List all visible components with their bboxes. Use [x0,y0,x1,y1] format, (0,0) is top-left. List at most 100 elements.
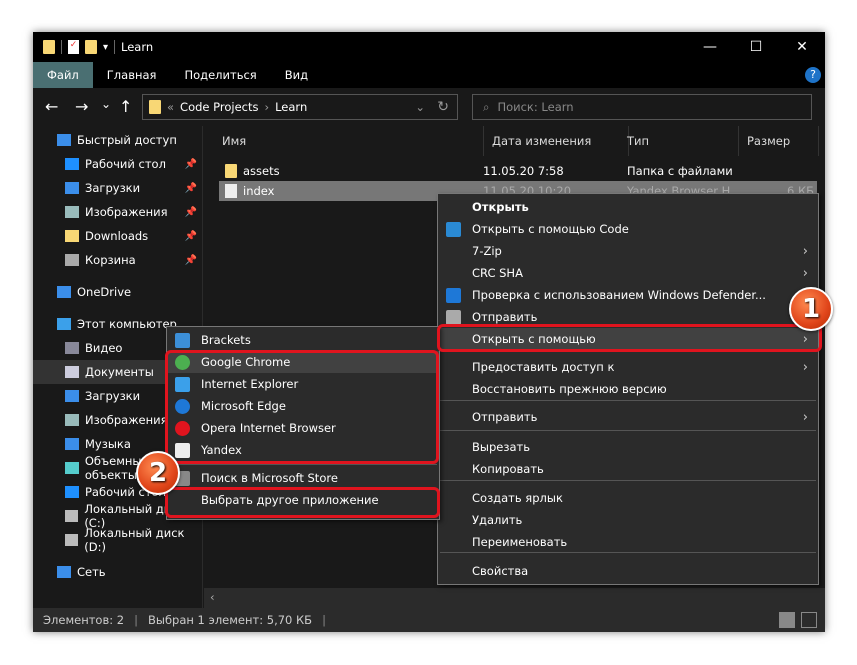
pin-icon[interactable]: 📌 [185,183,197,194]
context-menu-item[interactable]: Проверка с использованием Windows Defend… [438,284,818,306]
chevron-right-icon: › [802,243,808,259]
back-button[interactable]: ← [45,97,58,116]
menu-item-label: Открыть [472,200,529,214]
sidebar-item[interactable]: Downloads 📌 [33,224,203,248]
tab-home[interactable]: Главная [93,62,171,88]
column-size[interactable]: Размер [739,126,819,156]
pin-icon[interactable]: 📌 [185,207,197,218]
file-name: assets [243,164,280,178]
menu-item-label: Отправить [472,310,538,324]
menu-item-label: Копировать [472,462,544,476]
folder-icon [43,40,55,54]
details-view-button[interactable] [779,612,795,628]
sidebar-item-label: Видео [85,341,123,355]
minimize-button[interactable]: — [687,32,733,62]
quick-access-dropdown-icon[interactable]: ▾ [103,42,108,53]
item-count: Элементов: 2 [43,613,125,627]
context-menu-item[interactable]: Отправить › [438,406,818,428]
search-input[interactable]: Поиск: Learn [497,100,573,114]
selection-info: Выбран 1 элемент: 5,70 КБ [147,613,313,627]
breadcrumb-overflow[interactable]: « [167,100,174,114]
context-menu-item[interactable]: Открыть с помощью Code [438,218,818,240]
folder-icon [225,164,237,178]
refresh-icon[interactable]: ↻ [437,99,449,115]
sidebar-item[interactable]: Локальный диск (D:) [33,526,203,554]
file-row-assets[interactable]: assets 11.05.20 7:58 Папка с файлами [219,161,817,181]
context-menu-item[interactable]: CRC SHA › [438,262,818,284]
address-bar[interactable]: « Code Projects › Learn ⌄ ↻ [142,94,458,120]
close-button[interactable]: ✕ [779,32,825,62]
sidebar-item[interactable]: Рабочий стол 📌 [33,152,203,176]
search-box[interactable]: ⌕ Поиск: Learn [472,94,812,120]
sidebar-item-label: Downloads [85,229,149,243]
tab-view[interactable]: Вид [271,62,322,88]
context-menu-item[interactable]: Переименовать [438,531,818,553]
step-1-badge: 1 [789,287,833,331]
menu-item-label: Проверка с использованием Windows Defend… [472,288,766,302]
column-name[interactable]: Имя [214,126,484,156]
chevron-right-icon[interactable]: › [264,100,269,114]
file-name: index [243,184,275,198]
menu-item-label: Поиск в Microsoft Store [201,471,338,485]
pictures-icon [65,206,79,218]
menu-item-label: CRC SHA [472,266,523,280]
html-file-icon [225,184,237,198]
sidebar-item[interactable]: Загрузки 📌 [33,176,203,200]
column-date[interactable]: Дата изменения [484,126,629,156]
context-menu-item[interactable]: Предоставить доступ к › [438,356,818,378]
open-with-item[interactable]: Brackets [167,329,439,351]
sidebar-item[interactable]: OneDrive [33,280,203,304]
pictures-icon [65,414,79,426]
breadcrumb-code-projects[interactable]: Code Projects [180,100,258,114]
folder-icon [149,100,161,114]
column-type[interactable]: Тип [619,126,739,156]
download-icon [65,182,79,194]
horizontal-scrollbar[interactable]: ‹ [204,588,825,608]
highlight-browsers [165,350,439,464]
tab-share[interactable]: Поделиться [170,62,270,88]
scroll-left-icon[interactable]: ‹ [210,590,215,604]
properties-icon[interactable]: ✓ [68,40,79,54]
context-menu-item[interactable]: Создать ярлык [438,487,818,509]
context-menu-item[interactable]: Свойства [438,560,818,582]
context-menu-item[interactable]: Восстановить прежнюю версию [438,378,818,400]
help-icon[interactable]: ? [805,67,821,83]
documents-icon [65,366,79,378]
maximize-button[interactable]: ☐ [733,32,779,62]
video-icon [65,342,79,354]
pin-icon[interactable]: 📌 [185,159,197,170]
sidebar-item-label: Изображения [85,413,168,427]
vscode-icon [446,222,461,237]
open-with-item[interactable]: Поиск в Microsoft Store [167,467,439,489]
drive-icon [65,510,79,522]
context-menu-item[interactable]: Копировать [438,458,818,480]
sidebar-item-label: Загрузки [85,389,141,403]
tiles-view-button[interactable] [801,612,817,628]
desktop-icon [65,158,79,170]
download-icon [65,390,79,402]
recycle-bin-icon [65,254,79,266]
sidebar-item[interactable]: Корзина 📌 [33,248,203,272]
menu-separator [440,480,816,481]
context-menu-item[interactable]: Вырезать [438,436,818,458]
pin-icon[interactable]: 📌 [185,231,197,242]
tab-file[interactable]: Файл [33,62,93,88]
up-button[interactable]: ↑ [119,97,132,116]
new-folder-icon[interactable] [85,40,97,54]
menu-item-label: Свойства [472,564,529,578]
sidebar-item-label: Этот компьютер [77,317,177,331]
sidebar-item[interactable]: Сеть [33,560,203,584]
context-menu-item[interactable]: 7-Zip › [438,240,818,262]
context-menu-item[interactable]: Открыть [438,196,818,218]
address-dropdown-icon[interactable]: ⌄ [415,100,425,114]
menu-item-label: Brackets [201,333,251,347]
computer-icon [57,318,71,330]
sidebar-item[interactable]: Быстрый доступ [33,128,203,152]
forward-button[interactable]: → [75,97,88,116]
context-menu-item[interactable]: Удалить [438,509,818,531]
pin-icon[interactable]: 📌 [185,255,197,266]
sidebar-item[interactable]: Изображения 📌 [33,200,203,224]
breadcrumb-learn[interactable]: Learn [275,100,307,114]
recent-locations-button[interactable]: ⌄ [101,97,111,111]
menu-item-label: Удалить [472,513,523,527]
